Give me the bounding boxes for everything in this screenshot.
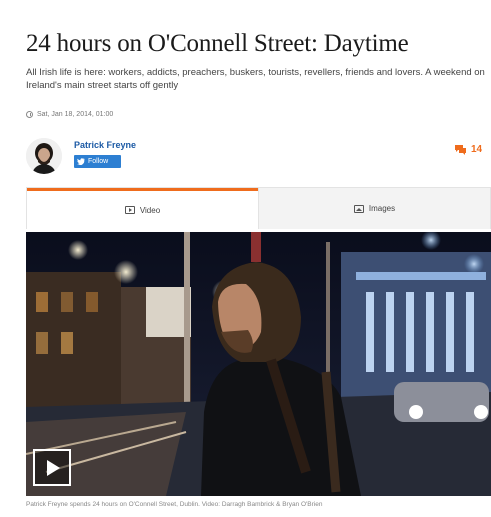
video-caption: Patrick Freyne spends 24 hours on O'Conn…: [26, 501, 323, 508]
dateline-text: Sat, Jan 18, 2014, 01:00: [37, 111, 114, 118]
comments-count: 14: [471, 144, 483, 155]
tab-images-label: Images: [368, 204, 396, 213]
author-avatar[interactable]: [26, 138, 62, 174]
author-name-link[interactable]: Patrick Freyne: [74, 140, 136, 150]
comments-icon: [455, 145, 466, 155]
article-standfirst: All Irish life is here: workers, addicts…: [26, 67, 485, 91]
clock-icon: [26, 111, 33, 118]
comments-link[interactable]: 14: [454, 144, 482, 155]
image-icon: [353, 204, 364, 213]
tab-video-label: Video: [139, 205, 161, 215]
play-icon: [47, 459, 60, 476]
media-tabs: Video Images: [26, 187, 491, 229]
video-still-image: [26, 232, 491, 496]
article-headline: 24 hours on O'Connell Street: Daytime: [26, 30, 409, 57]
tab-images[interactable]: Images: [258, 188, 490, 229]
follow-label: Follow: [88, 158, 109, 165]
video-icon: [124, 206, 135, 214]
video-player[interactable]: [26, 232, 491, 496]
follow-button[interactable]: Follow: [74, 155, 121, 168]
tab-video[interactable]: Video: [27, 188, 258, 229]
play-button[interactable]: [33, 449, 71, 486]
author-bar: Patrick Freyne Follow 14: [26, 138, 491, 178]
article-dateline: Sat, Jan 18, 2014, 01:00: [26, 111, 113, 118]
twitter-bird-icon: [77, 158, 85, 165]
